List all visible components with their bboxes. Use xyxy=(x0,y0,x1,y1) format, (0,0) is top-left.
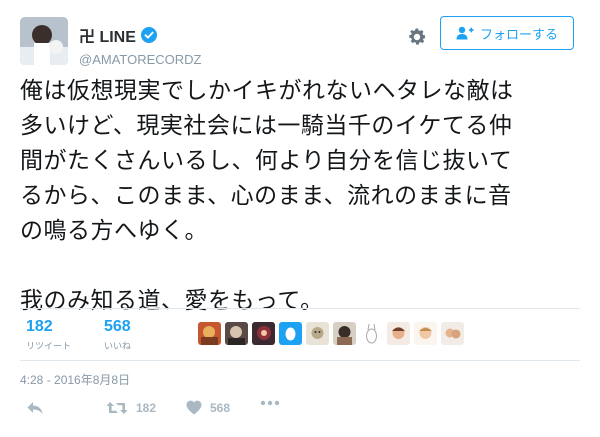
liker-avatar[interactable] xyxy=(198,322,221,345)
divider xyxy=(20,360,580,361)
like-stat[interactable]: 568 いいね xyxy=(104,318,131,352)
user-info: 卍 LINE @AMATORECORDZ xyxy=(79,23,202,67)
liker-avatar[interactable] xyxy=(279,322,302,345)
reply-button[interactable] xyxy=(26,400,44,416)
user-handle[interactable]: @AMATORECORDZ xyxy=(79,52,202,67)
retweet-icon xyxy=(106,402,128,414)
follow-button[interactable]: フォローする xyxy=(440,16,574,50)
liker-avatar[interactable] xyxy=(306,322,329,345)
verified-badge-icon xyxy=(140,27,157,43)
liker-avatar[interactable] xyxy=(360,322,383,345)
display-name-text[interactable]: 卍 LINE xyxy=(79,23,136,47)
like-action-count: 568 xyxy=(210,400,231,415)
more-icon xyxy=(260,400,280,406)
like-count[interactable]: 568 xyxy=(104,318,131,336)
retweet-label: リツイート xyxy=(26,342,72,352)
tweet-timestamp[interactable]: 4:28 - 2016年8月8日 xyxy=(20,371,130,388)
more-button[interactable] xyxy=(260,400,280,406)
liker-avatar[interactable] xyxy=(333,322,356,345)
like-button[interactable]: 568 xyxy=(186,400,230,415)
liker-avatar[interactable] xyxy=(387,322,410,345)
add-user-icon xyxy=(456,26,474,40)
liker-avatar[interactable] xyxy=(252,322,275,345)
liker-avatars xyxy=(198,322,464,345)
retweet-count[interactable]: 182 xyxy=(26,318,71,336)
retweet-stat[interactable]: 182 リツイート xyxy=(26,318,71,352)
retweet-button[interactable]: 182 xyxy=(106,400,156,416)
like-label: いいね xyxy=(104,342,132,352)
follow-button-label: フォローする xyxy=(479,27,558,43)
divider xyxy=(20,308,580,309)
tweet-header: 卍 LINE @AMATORECORDZ フォローする xyxy=(20,14,580,67)
tweet-text: 俺は仮想現実でしかイキがれないヘタレな敵は 多いけど、現実社会には一騎当千のイケ… xyxy=(20,78,514,314)
liker-avatar[interactable] xyxy=(225,322,248,345)
retweet-action-count: 182 xyxy=(136,401,157,415)
display-name[interactable]: 卍 LINE xyxy=(79,23,202,47)
liker-avatar[interactable] xyxy=(414,322,437,345)
liker-avatar[interactable] xyxy=(441,322,464,345)
heart-icon xyxy=(186,400,202,415)
user-avatar[interactable] xyxy=(20,17,68,65)
reply-icon xyxy=(27,402,43,414)
gear-icon[interactable] xyxy=(406,26,428,48)
